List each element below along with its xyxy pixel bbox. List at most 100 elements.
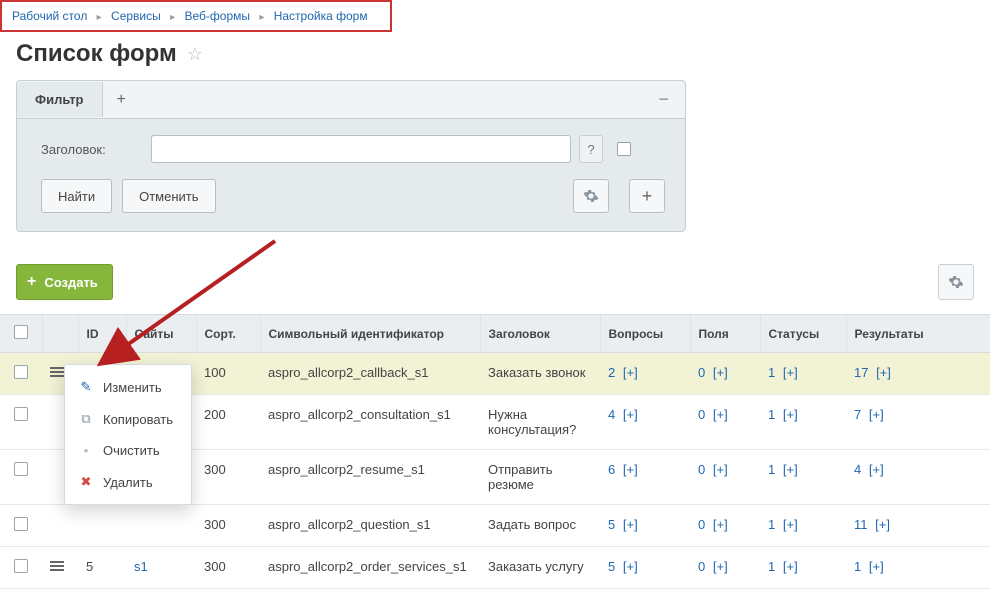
add-question-button[interactable]: [+] xyxy=(623,407,638,422)
count-link[interactable]: 1 xyxy=(768,407,775,422)
col-questions[interactable]: Вопросы xyxy=(600,315,690,353)
count-link[interactable]: 4 xyxy=(854,462,861,477)
add-field-button[interactable]: [+] xyxy=(713,517,728,532)
table-row: 5s1300aspro_allcorp2_order_services_s1За… xyxy=(0,547,990,589)
breadcrumb: Рабочий стол ▸ Сервисы ▸ Веб-формы ▸ Нас… xyxy=(0,0,392,32)
add-result-button[interactable]: [+] xyxy=(876,365,891,380)
menu-delete[interactable]: ✖ Удалить xyxy=(65,466,191,498)
breadcrumb-item[interactable]: Рабочий стол xyxy=(12,9,87,23)
menu-edit[interactable]: ✎ Изменить xyxy=(65,371,191,403)
row-menu-button[interactable] xyxy=(50,559,64,573)
count-link[interactable]: 0 xyxy=(698,365,705,380)
chevron-right-icon: ▸ xyxy=(259,12,264,23)
cell-sid: aspro_allcorp2_order_services_s1 xyxy=(260,547,480,589)
add-field-button[interactable]: [+] xyxy=(713,365,728,380)
add-result-button[interactable]: [+] xyxy=(875,517,890,532)
site-link[interactable]: s1 xyxy=(134,559,148,574)
row-menu-button[interactable] xyxy=(50,365,64,379)
cell-fields: 0 [+] xyxy=(690,353,760,395)
count-link[interactable]: 1 xyxy=(768,517,775,532)
col-id[interactable]: ID xyxy=(78,315,126,353)
count-link[interactable]: 1 xyxy=(768,462,775,477)
breadcrumb-item[interactable]: Веб-формы xyxy=(184,9,250,23)
add-question-button[interactable]: [+] xyxy=(623,559,638,574)
col-title[interactable]: Заголовок xyxy=(480,315,600,353)
find-button[interactable]: Найти xyxy=(41,179,112,213)
create-button-label: Создать xyxy=(44,275,97,290)
row-checkbox[interactable] xyxy=(14,407,28,421)
add-status-button[interactable]: [+] xyxy=(783,559,798,574)
add-question-button[interactable]: [+] xyxy=(623,462,638,477)
table-row: 300aspro_allcorp2_question_s1Задать вопр… xyxy=(0,505,990,547)
col-statuses[interactable]: Статусы xyxy=(760,315,846,353)
count-link[interactable]: 1 xyxy=(768,559,775,574)
breadcrumb-item[interactable]: Настройка форм xyxy=(274,9,368,23)
add-status-button[interactable]: [+] xyxy=(783,517,798,532)
filter-settings-button[interactable] xyxy=(573,179,609,213)
filter-add-button[interactable]: + xyxy=(629,179,665,213)
count-link[interactable]: 0 xyxy=(698,407,705,422)
count-link[interactable]: 5 xyxy=(608,559,615,574)
count-link[interactable]: 0 xyxy=(698,462,705,477)
col-sid[interactable]: Символьный идентификатор xyxy=(260,315,480,353)
create-button[interactable]: + Создать xyxy=(16,264,113,300)
col-results[interactable]: Результаты xyxy=(846,315,990,353)
add-status-button[interactable]: [+] xyxy=(783,462,798,477)
count-link[interactable]: 17 xyxy=(854,365,868,380)
filter-checkbox[interactable] xyxy=(617,142,631,156)
count-link[interactable]: 1 xyxy=(768,365,775,380)
row-checkbox[interactable] xyxy=(14,462,28,476)
copy-icon: ⧉ xyxy=(77,411,95,427)
add-question-button[interactable]: [+] xyxy=(623,365,638,380)
cell-sid: aspro_allcorp2_consultation_s1 xyxy=(260,395,480,450)
add-result-button[interactable]: [+] xyxy=(869,407,884,422)
add-field-button[interactable]: [+] xyxy=(713,407,728,422)
row-checkbox[interactable] xyxy=(14,365,28,379)
filter-title-input[interactable] xyxy=(151,135,571,163)
filter-panel: Фильтр + − Заголовок: ? Найти Отменить + xyxy=(16,80,686,232)
cell-id xyxy=(78,505,126,547)
count-link[interactable]: 0 xyxy=(698,517,705,532)
add-result-button[interactable]: [+] xyxy=(869,559,884,574)
select-all-checkbox[interactable] xyxy=(14,325,28,339)
breadcrumb-item[interactable]: Сервисы xyxy=(111,9,161,23)
cancel-button[interactable]: Отменить xyxy=(122,179,215,213)
help-icon[interactable]: ? xyxy=(579,135,603,163)
count-link[interactable]: 4 xyxy=(608,407,615,422)
tab-add-button[interactable]: + xyxy=(103,83,140,117)
add-question-button[interactable]: [+] xyxy=(623,517,638,532)
col-sites[interactable]: Сайты xyxy=(126,315,196,353)
cell-fields: 0 [+] xyxy=(690,505,760,547)
collapse-button[interactable]: − xyxy=(642,81,685,118)
tab-filter[interactable]: Фильтр xyxy=(17,82,103,117)
cell-fields: 0 [+] xyxy=(690,450,760,505)
menu-clear[interactable]: • Очистить xyxy=(65,435,191,466)
count-link[interactable]: 5 xyxy=(608,517,615,532)
count-link[interactable]: 2 xyxy=(608,365,615,380)
cell-questions: 6 [+] xyxy=(600,450,690,505)
col-sort[interactable]: Сорт. xyxy=(196,315,260,353)
star-icon[interactable]: ☆ xyxy=(187,44,203,65)
count-link[interactable]: 11 xyxy=(854,517,868,532)
menu-copy[interactable]: ⧉ Копировать xyxy=(65,403,191,435)
count-link[interactable]: 7 xyxy=(854,407,861,422)
count-link[interactable]: 6 xyxy=(608,462,615,477)
filter-title-label: Заголовок: xyxy=(41,142,151,157)
gear-icon xyxy=(948,274,964,290)
grid-settings-button[interactable] xyxy=(938,264,974,300)
row-checkbox[interactable] xyxy=(14,559,28,573)
cell-sort: 300 xyxy=(196,450,260,505)
cell-results: 17 [+] xyxy=(846,353,990,395)
add-result-button[interactable]: [+] xyxy=(869,462,884,477)
cell-title: Заказать звонок xyxy=(480,353,600,395)
add-status-button[interactable]: [+] xyxy=(783,407,798,422)
row-checkbox[interactable] xyxy=(14,517,28,531)
add-field-button[interactable]: [+] xyxy=(713,559,728,574)
count-link[interactable]: 1 xyxy=(854,559,861,574)
count-link[interactable]: 0 xyxy=(698,559,705,574)
add-status-button[interactable]: [+] xyxy=(783,365,798,380)
add-field-button[interactable]: [+] xyxy=(713,462,728,477)
col-fields[interactable]: Поля xyxy=(690,315,760,353)
cell-statuses: 1 [+] xyxy=(760,395,846,450)
cell-sid: aspro_allcorp2_resume_s1 xyxy=(260,450,480,505)
